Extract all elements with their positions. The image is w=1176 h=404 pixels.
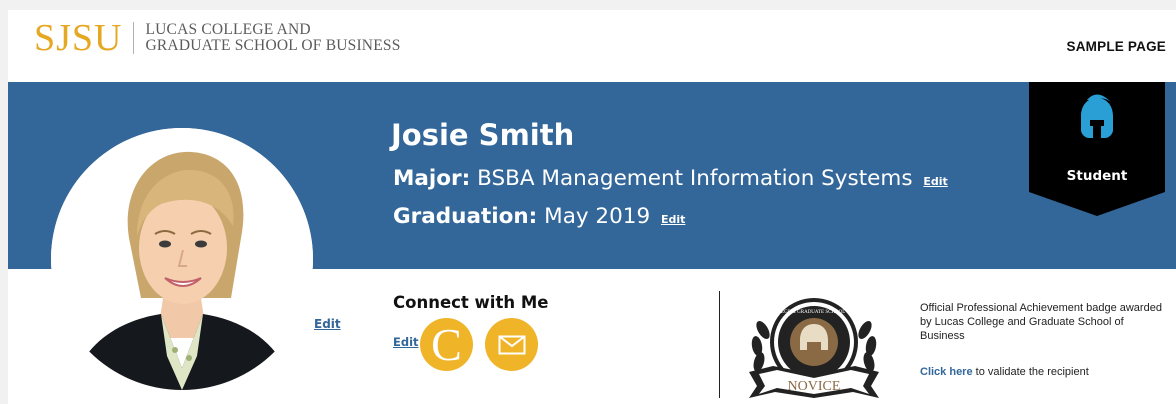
logo-divider xyxy=(132,22,134,54)
student-label: Student xyxy=(1066,168,1128,184)
graduation-line: Graduation: May 2019 Edit xyxy=(393,204,685,229)
mail-icon xyxy=(498,335,525,354)
sjsu-logo[interactable]: SJSU LUCAS COLLEGE AND GRADUATE SCHOOL O… xyxy=(34,18,401,58)
logo-line-2: GRADUATE SCHOOL OF BUSINESS xyxy=(145,37,401,54)
sample-page-label: SAMPLE PAGE xyxy=(1066,39,1166,54)
graduation-label: Graduation: xyxy=(393,204,538,229)
validate-suffix: to validate the recipient xyxy=(972,366,1089,378)
logo-mark: SJSU xyxy=(34,17,123,59)
major-line: Major: BSBA Management Information Syste… xyxy=(393,166,948,191)
edit-connect-link[interactable]: Edit xyxy=(393,335,419,349)
seal-top-text: LUCAS COLLEGE & GRADUATE SCHOOL OF BUSIN… xyxy=(750,310,878,315)
vertical-divider xyxy=(719,291,720,398)
site-header: SJSU LUCAS COLLEGE AND GRADUATE SCHOOL O… xyxy=(8,10,1176,82)
logo-line-1: LUCAS COLLEGE AND xyxy=(145,21,311,38)
edit-major-link[interactable]: Edit xyxy=(923,175,947,188)
seal-level-text: NOVICE xyxy=(788,379,841,394)
validate-line: Click here to validate the recipient xyxy=(920,366,1089,378)
c-letter-icon: C xyxy=(431,319,462,370)
novice-seal-icon: LUCAS COLLEGE & GRADUATE SCHOOL OF BUSIN… xyxy=(749,298,879,398)
edit-photo-link[interactable]: Edit xyxy=(314,317,341,331)
edit-graduation-link[interactable]: Edit xyxy=(661,213,685,226)
connect-title: Connect with Me xyxy=(393,293,549,312)
student-badge: Student xyxy=(1029,82,1165,216)
c-profile-button[interactable]: C xyxy=(420,318,473,371)
profile-photo xyxy=(51,128,313,390)
major-value: BSBA Management Information Systems xyxy=(477,166,913,191)
badge-description: Official Professional Achievement badge … xyxy=(920,302,1162,342)
logo-college-name: LUCAS COLLEGE AND GRADUATE SCHOOL OF BUS… xyxy=(146,22,401,54)
student-name: Josie Smith xyxy=(391,118,575,152)
major-label: Major: xyxy=(393,166,471,191)
validate-link[interactable]: Click here xyxy=(920,366,973,378)
email-button[interactable] xyxy=(485,318,538,371)
profile-page: SJSU LUCAS COLLEGE AND GRADUATE SCHOOL O… xyxy=(8,10,1176,404)
graduation-value: May 2019 xyxy=(544,204,651,229)
